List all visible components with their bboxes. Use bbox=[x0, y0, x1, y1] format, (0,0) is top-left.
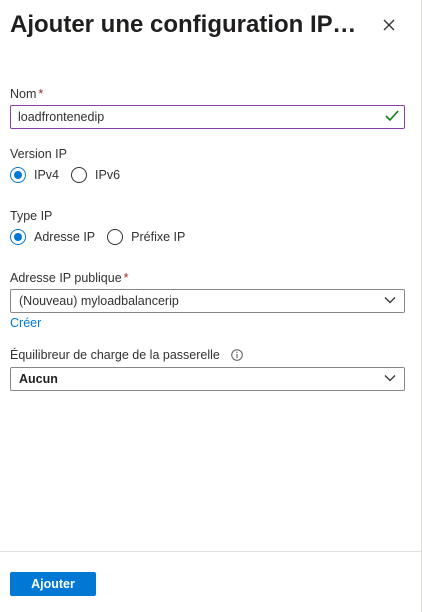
name-label: Nom * bbox=[10, 86, 43, 102]
close-icon[interactable] bbox=[378, 14, 400, 36]
gateway-lb-selected-value: Aucun bbox=[19, 372, 58, 386]
public-ip-select[interactable]: (Nouveau) myloadbalancerip bbox=[10, 289, 405, 313]
required-mark: * bbox=[38, 87, 44, 101]
radio-ipv4[interactable]: IPv4 bbox=[10, 167, 59, 183]
radio-ipv4-circle[interactable] bbox=[10, 167, 26, 183]
ip-type-radio-group: Adresse IP Préfixe IP bbox=[10, 227, 197, 247]
add-frontend-ip-panel: Ajouter une configuration IP f... Nom* V… bbox=[0, 0, 422, 612]
gateway-lb-label: Équilibreur de charge de la passerelle bbox=[10, 347, 244, 363]
radio-ip-address-circle[interactable] bbox=[10, 229, 26, 245]
radio-ipv6-circle[interactable] bbox=[71, 167, 88, 183]
ip-type-label: Type IP bbox=[10, 209, 53, 223]
panel-title: Ajouter une configuration IP f... bbox=[10, 11, 362, 38]
ip-version-label: Version IP bbox=[10, 147, 67, 161]
add-button[interactable]: Ajouter bbox=[10, 572, 96, 596]
required-mark: * bbox=[123, 271, 129, 285]
public-ip-label: Adresse IP publique * bbox=[10, 270, 129, 286]
radio-ip-prefix-circle[interactable] bbox=[107, 229, 124, 245]
radio-ipv4-label: IPv4 bbox=[34, 168, 60, 182]
check-icon bbox=[385, 110, 399, 122]
ip-version-radio-group: IPv4 IPv6 bbox=[10, 165, 132, 185]
radio-ip-prefix[interactable]: Préfixe IP bbox=[107, 229, 185, 245]
public-ip-selected-value: (Nouveau) myloadbalancerip bbox=[19, 294, 179, 308]
public-ip-label-text: Adresse IP publique bbox=[10, 271, 122, 285]
create-public-ip-link[interactable]: Créer bbox=[10, 315, 41, 331]
radio-ipv6[interactable]: IPv6 bbox=[71, 167, 120, 183]
radio-ip-address[interactable]: Adresse IP bbox=[10, 229, 95, 245]
gateway-lb-label-text: Équilibreur de charge de la passerelle bbox=[10, 348, 220, 362]
info-icon[interactable] bbox=[231, 348, 244, 361]
radio-ip-address-label: Adresse IP bbox=[34, 230, 96, 244]
chevron-down-icon bbox=[384, 297, 396, 304]
footer-divider bbox=[0, 551, 421, 552]
radio-ip-prefix-label: Préfixe IP bbox=[131, 230, 186, 244]
radio-ipv6-label: IPv6 bbox=[95, 168, 121, 182]
name-label-text: Nom bbox=[10, 87, 37, 101]
gateway-lb-select[interactable]: Aucun bbox=[10, 367, 405, 391]
name-input[interactable] bbox=[10, 105, 405, 129]
chevron-down-icon bbox=[384, 375, 396, 382]
